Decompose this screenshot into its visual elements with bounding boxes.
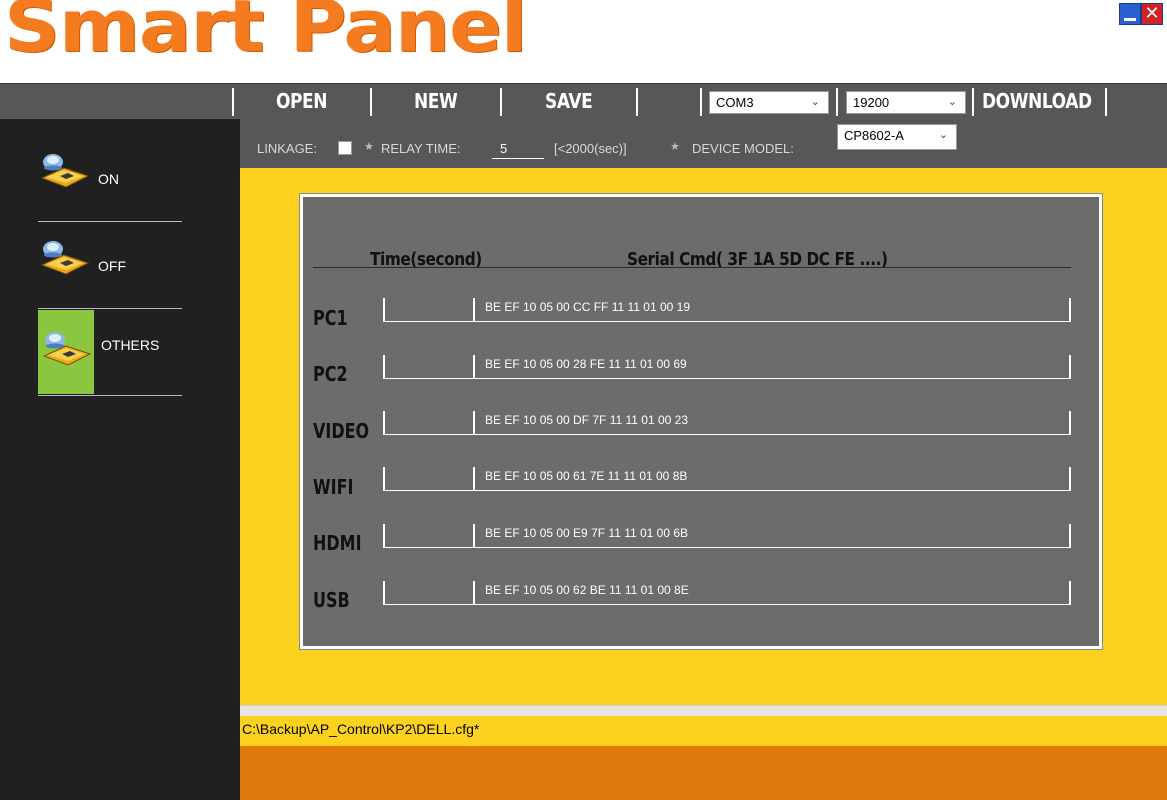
baud-rate-select[interactable]: 19200 ⌄ <box>846 91 966 114</box>
toolbar-separator <box>1105 88 1107 116</box>
toolbar-separator <box>232 88 234 116</box>
toolbar-separator <box>370 88 372 116</box>
device-model-select[interactable]: CP8602-A ⌄ <box>837 124 957 150</box>
cmd-input-wifi[interactable]: BE EF 10 05 00 61 7E 11 11 01 00 8B <box>473 467 1071 491</box>
baud-rate-value: 19200 <box>853 95 890 110</box>
cmd-input-pc1[interactable]: BE EF 10 05 00 CC FF 11 11 01 00 19 <box>473 298 1071 322</box>
bullet-icon: ★ <box>670 141 680 153</box>
sidebar-item-on[interactable]: ON <box>38 144 182 204</box>
device-others-icon <box>42 332 92 366</box>
time-input-hdmi[interactable] <box>383 524 473 548</box>
sidebar-divider <box>38 395 182 396</box>
footer-bar <box>240 746 1167 800</box>
device-off-icon <box>40 241 90 275</box>
options-bar: LINKAGE: ★ RELAY TIME: 5 [<2000(sec)] ★ … <box>240 119 1167 168</box>
relay-time-input[interactable]: 5 <box>492 141 544 159</box>
sidebar-item-others[interactable]: OTHERS <box>38 310 182 394</box>
time-input-usb[interactable] <box>383 581 473 605</box>
toolbar-separator <box>636 88 638 116</box>
cmd-input-video[interactable]: BE EF 10 05 00 DF 7F 11 11 01 00 23 <box>473 411 1071 435</box>
sidebar-item-label: OTHERS <box>101 337 160 353</box>
title-bar: Smart Panel ✕ <box>0 0 1167 83</box>
device-on-icon <box>40 154 90 188</box>
app-logo: Smart Panel <box>4 0 527 68</box>
row-label-hdmi: HDMI <box>313 531 362 555</box>
port-select-value: COM3 <box>716 95 754 110</box>
minimize-button[interactable] <box>1119 3 1141 25</box>
linkage-checkbox[interactable] <box>338 141 352 155</box>
close-button[interactable]: ✕ <box>1141 3 1163 25</box>
time-input-pc2[interactable] <box>383 355 473 379</box>
toolbar-separator <box>500 88 502 116</box>
close-icon: ✕ <box>1144 3 1160 24</box>
sidebar-divider <box>38 221 182 222</box>
chevron-down-icon: ⌄ <box>947 96 957 108</box>
sidebar-item-label: ON <box>98 171 119 187</box>
sidebar: ON OFF OTHERS <box>0 119 240 800</box>
relay-time-hint: [<2000(sec)] <box>554 141 627 156</box>
time-input-pc1[interactable] <box>383 298 473 322</box>
time-input-wifi[interactable] <box>383 467 473 491</box>
row-label-usb: USB <box>313 588 350 612</box>
relay-time-label: RELAY TIME: <box>381 141 461 156</box>
row-label-pc1: PC1 <box>313 306 348 330</box>
download-button[interactable]: DOWNLOAD <box>982 89 1092 113</box>
time-input-video[interactable] <box>383 411 473 435</box>
sidebar-item-label: OFF <box>98 258 126 274</box>
toolbar-separator <box>700 88 702 116</box>
linkage-label: LINKAGE: <box>257 141 317 156</box>
save-button[interactable]: SAVE <box>545 89 593 113</box>
header-divider <box>313 267 1071 268</box>
chevron-down-icon: ⌄ <box>938 129 948 141</box>
toolbar-separator <box>972 88 974 116</box>
file-path: C:\Backup\AP_Control\KP2\DELL.cfg* <box>242 721 480 737</box>
cmd-input-hdmi[interactable]: BE EF 10 05 00 E9 7F 11 11 01 00 6B <box>473 524 1071 548</box>
minimize-icon <box>1124 17 1136 21</box>
toolbar: OPEN NEW SAVE COM3 ⌄ 19200 ⌄ DOWNLOAD <box>0 83 1167 120</box>
device-model-value: CP8602-A <box>844 128 904 143</box>
new-button[interactable]: NEW <box>414 89 458 113</box>
toolbar-separator <box>836 88 838 116</box>
cmd-input-usb[interactable]: BE EF 10 05 00 62 BE 11 11 01 00 8E <box>473 581 1071 605</box>
open-button[interactable]: OPEN <box>276 89 327 113</box>
status-bar: C:\Backup\AP_Control\KP2\DELL.cfg* <box>240 716 1167 746</box>
window-controls: ✕ <box>1119 3 1163 25</box>
port-select[interactable]: COM3 ⌄ <box>709 91 829 114</box>
cmd-input-pc2[interactable]: BE EF 10 05 00 28 FE 11 11 01 00 69 <box>473 355 1071 379</box>
row-label-wifi: WIFI <box>313 475 354 499</box>
row-label-video: VIDEO <box>313 419 370 443</box>
bullet-icon: ★ <box>364 141 374 153</box>
device-model-label: DEVICE MODEL: <box>692 141 794 156</box>
chevron-down-icon: ⌄ <box>810 96 820 108</box>
sidebar-divider <box>38 308 182 309</box>
command-panel: Time(second) Serial Cmd( 3F 1A 5D DC FE … <box>300 194 1102 649</box>
sidebar-item-off[interactable]: OFF <box>38 231 182 291</box>
row-label-pc2: PC2 <box>313 362 348 386</box>
